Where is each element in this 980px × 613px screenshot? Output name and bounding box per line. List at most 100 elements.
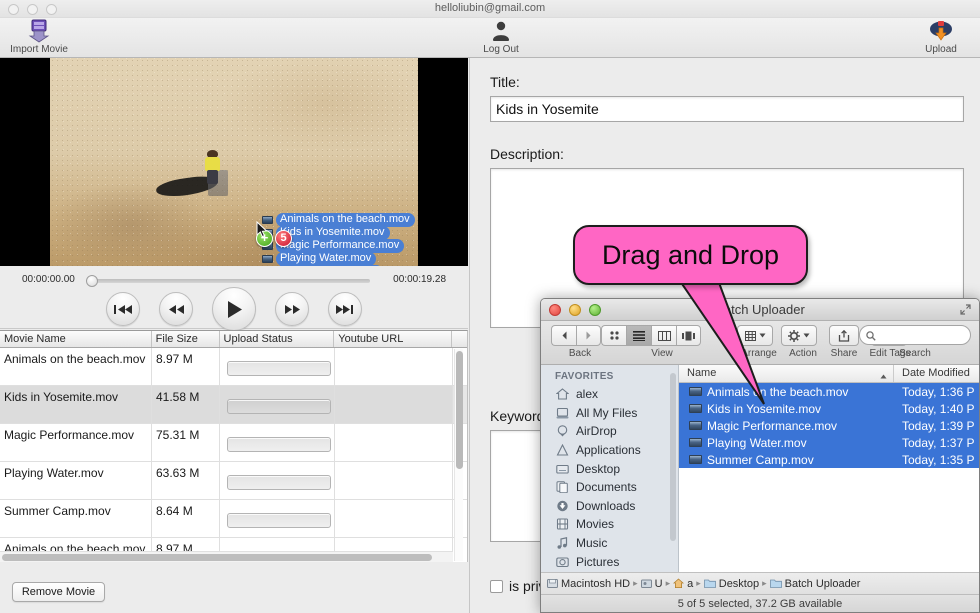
list-item[interactable]: Magic Performance.mov Today, 1:39 P	[679, 417, 979, 434]
skip-back-button[interactable]	[106, 292, 140, 326]
view-label: View	[651, 348, 673, 359]
back-button[interactable]	[551, 325, 576, 346]
all-my-files-icon	[555, 406, 570, 420]
drag-ghost-label: Playing Water.mov	[276, 251, 377, 266]
fullscreen-icon[interactable]	[960, 304, 971, 318]
rewind-button[interactable]	[159, 292, 193, 326]
title-input[interactable]	[490, 96, 964, 122]
sidebar-item-alex[interactable]: alex	[541, 385, 678, 404]
finder-window-title: Batch Uploader	[715, 302, 805, 317]
path-segment-batch-uploader[interactable]: Batch Uploader	[769, 578, 860, 590]
sidebar-item-downloads[interactable]: Downloads	[541, 497, 678, 516]
sidebar-item-music[interactable]: Music	[541, 534, 678, 553]
sidebar-item-applications[interactable]: Applications	[541, 441, 678, 460]
finder-search-field[interactable]	[859, 325, 971, 345]
movie-table[interactable]: Movie Name File Size Upload Status Youtu…	[0, 330, 468, 562]
back-forward-buttons[interactable]	[551, 325, 601, 346]
path-segment-macintosh-hd[interactable]: Macintosh HD	[547, 578, 630, 590]
action-button[interactable]	[781, 325, 817, 346]
chevron-left-icon	[562, 331, 566, 340]
table-row[interactable]: Playing Water.mov 63.63 M	[0, 462, 467, 500]
path-separator: ▸	[696, 578, 701, 588]
finder-close-button[interactable]	[549, 304, 561, 316]
table-horizontal-scrollbar[interactable]	[0, 551, 453, 562]
table-row[interactable]: Summer Camp.mov 8.64 M	[0, 500, 467, 538]
drag-count-badge: 5	[275, 230, 292, 247]
sidebar-item-documents[interactable]: Documents	[541, 478, 678, 497]
search-label: Search	[899, 348, 931, 359]
sidebar-scrollbar[interactable]	[670, 373, 676, 541]
sidebar-label: Music	[576, 536, 608, 551]
path-separator: ▸	[633, 578, 638, 588]
fast-forward-button[interactable]	[275, 292, 309, 326]
cell-file-size: 41.58 M	[152, 386, 220, 423]
skip-forward-button[interactable]	[328, 292, 362, 326]
finder-minimize-button[interactable]	[569, 304, 581, 316]
table-vertical-scrollbar[interactable]	[454, 349, 463, 561]
sidebar-item-movies[interactable]: Movies	[541, 515, 678, 534]
finder-window[interactable]: Batch Uploader Back View Arrange Action …	[540, 298, 980, 613]
finder-zoom-button[interactable]	[589, 304, 601, 316]
main-titlebar: helloliubin@gmail.com	[0, 0, 980, 18]
finder-titlebar[interactable]: Batch Uploader	[541, 299, 979, 321]
sidebar-item-airdrop[interactable]: AirDrop	[541, 422, 678, 441]
play-button[interactable]	[212, 287, 256, 331]
finder-traffic-lights	[549, 304, 601, 316]
column-header-file-size[interactable]: File Size	[152, 331, 220, 347]
list-item[interactable]: Summer Camp.mov Today, 1:35 P	[679, 451, 979, 468]
music-icon	[555, 536, 570, 550]
icon-view-button[interactable]	[601, 325, 626, 346]
table-row[interactable]: Magic Performance.mov 75.31 M	[0, 424, 467, 462]
sidebar-label: Downloads	[576, 498, 636, 513]
scrollbar-thumb[interactable]	[2, 554, 432, 561]
chevron-right-icon	[586, 331, 591, 340]
scrubber-knob[interactable]	[86, 275, 98, 287]
view-mode-segments[interactable]	[601, 325, 701, 346]
table-row[interactable]: Kids in Yosemite.mov 41.58 M	[0, 386, 467, 424]
movie-table-header: Movie Name File Size Upload Status Youtu…	[0, 331, 467, 348]
cell-movie-name: Animals on the beach.mov	[0, 348, 152, 385]
share-button[interactable]	[829, 325, 859, 346]
list-item[interactable]: Playing Water.mov Today, 1:37 P	[679, 434, 979, 451]
column-view-button[interactable]	[651, 325, 676, 346]
toolbar-button-upload[interactable]: Upload	[902, 19, 980, 55]
cell-file-size: 75.31 M	[152, 424, 220, 461]
movie-file-icon	[262, 254, 273, 263]
video-preview[interactable]: Animals on the beach.mov Kids in Yosemit…	[0, 58, 468, 266]
path-segment-home[interactable]: a	[673, 578, 693, 590]
column-header-movie-name[interactable]: Movie Name	[0, 331, 152, 347]
column-header-youtube-url[interactable]: Youtube URL	[334, 331, 453, 347]
column-header-upload-status[interactable]: Upload Status	[220, 331, 335, 347]
upload-progress-bar	[227, 513, 331, 528]
toolbar-button-import-movie[interactable]: Import Movie	[0, 19, 78, 55]
list-item[interactable]: Kids in Yosemite.mov Today, 1:40 P	[679, 400, 979, 417]
path-separator: ▸	[762, 578, 767, 588]
arrange-button[interactable]	[737, 325, 773, 346]
sidebar-item-pictures[interactable]: Pictures	[541, 552, 678, 571]
column-header-date-modified[interactable]: Date Modified	[894, 365, 970, 382]
column-header-name[interactable]: Name	[679, 365, 894, 382]
sidebar-item-all-my-files[interactable]: All My Files	[541, 404, 678, 423]
path-segment-users[interactable]: U	[640, 578, 663, 590]
sidebar-item-desktop[interactable]: Desktop	[541, 459, 678, 478]
list-item[interactable]: Animals on the beach.mov Today, 1:36 P	[679, 383, 979, 400]
list-view-button[interactable]	[626, 325, 651, 346]
desktop-icon	[555, 462, 570, 476]
path-segment-desktop[interactable]: Desktop	[703, 578, 759, 590]
forward-button[interactable]	[576, 325, 601, 346]
airdrop-icon	[555, 424, 570, 438]
finder-path-bar[interactable]: Macintosh HD ▸ U ▸ a ▸ Desktop ▸ Batch U…	[541, 572, 979, 594]
movies-icon	[555, 517, 570, 531]
scrollbar-thumb[interactable]	[456, 351, 463, 469]
remove-movie-button[interactable]: Remove Movie	[12, 582, 105, 602]
is-private-checkbox[interactable]	[490, 579, 503, 593]
table-row[interactable]: Animals on the beach.mov 8.97 M	[0, 348, 467, 386]
cell-upload-status	[220, 424, 335, 461]
share-icon	[838, 329, 850, 342]
scrubber-track[interactable]	[90, 279, 370, 283]
finder-status-bar: 5 of 5 selected, 37.2 GB available	[541, 594, 979, 612]
toolbar-button-log-out[interactable]: Log Out	[462, 19, 540, 55]
skip-back-icon	[114, 304, 132, 314]
coverflow-view-button[interactable]	[676, 325, 701, 346]
player-controls: 00:00:00.00 00:00:19.28	[0, 266, 468, 331]
